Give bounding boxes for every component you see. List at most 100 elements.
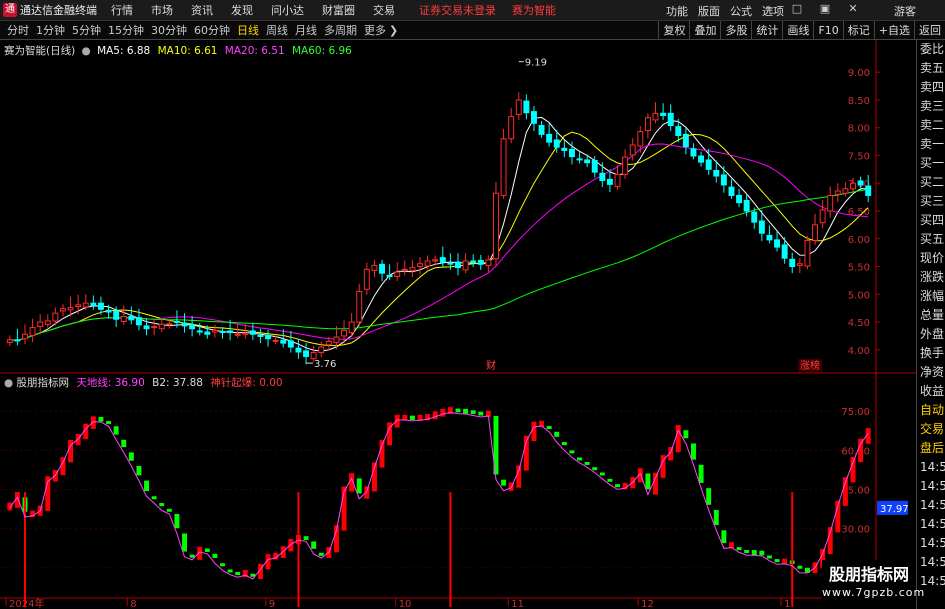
candle bbox=[90, 295, 97, 310]
candle bbox=[29, 318, 36, 343]
candle bbox=[819, 199, 826, 229]
tab-0[interactable]: 分时 bbox=[7, 22, 29, 38]
sidebar-item-11[interactable]: 现价 bbox=[917, 249, 945, 268]
watermark-title: 股朋指标网 bbox=[828, 565, 909, 584]
menu-item-5[interactable]: 财富圈 bbox=[322, 2, 355, 18]
candle bbox=[356, 283, 363, 327]
candle bbox=[789, 252, 796, 274]
minimize-icon[interactable]: ─ bbox=[762, 2, 776, 16]
candle bbox=[455, 253, 461, 276]
toolbar-button-3[interactable]: 统计 bbox=[751, 21, 782, 40]
menu-item-1[interactable]: 市场 bbox=[151, 2, 173, 18]
sidebar-item-19[interactable]: 自动 bbox=[917, 401, 945, 420]
indicator-bar bbox=[455, 408, 461, 413]
indicator-bar bbox=[113, 426, 119, 435]
candle bbox=[211, 324, 218, 338]
indicator-bar bbox=[516, 465, 522, 488]
sidebar-item-2[interactable]: 卖四 bbox=[917, 78, 945, 97]
sidebar-item-13[interactable]: 涨幅 bbox=[917, 287, 945, 306]
tab-2[interactable]: 5分钟 bbox=[72, 22, 101, 38]
tab-3[interactable]: 15分钟 bbox=[108, 22, 144, 38]
sidebar-item-16[interactable]: 换手 bbox=[917, 344, 945, 363]
toolbar-button-2[interactable]: 多股 bbox=[720, 21, 751, 40]
tab-5[interactable]: 60分钟 bbox=[194, 22, 230, 38]
menu-item-4[interactable]: 问小达 bbox=[271, 2, 304, 18]
right-menu-item-2[interactable]: 公式 bbox=[730, 3, 752, 19]
sidebar-item-20[interactable]: 交易 bbox=[917, 420, 945, 439]
tab-4[interactable]: 30分钟 bbox=[151, 22, 187, 38]
indicator-bar bbox=[599, 472, 605, 476]
candle bbox=[667, 104, 674, 132]
price-axis-label: 8.50 bbox=[848, 96, 870, 107]
sidebar-item-27[interactable]: 14:56 bbox=[917, 553, 945, 572]
indicator-bar bbox=[615, 484, 620, 488]
menu-item-2[interactable]: 资讯 bbox=[191, 2, 213, 18]
kline-chart[interactable]: 9.008.508.007.507.006.506.005.505.004.50… bbox=[0, 40, 916, 609]
right-menu-item-0[interactable]: 功能 bbox=[666, 3, 688, 19]
sidebar-item-4[interactable]: 卖二 bbox=[917, 116, 945, 135]
candle bbox=[14, 328, 21, 346]
candle bbox=[812, 213, 818, 245]
toolbar-button-4[interactable]: 画线 bbox=[782, 21, 813, 40]
tab-1[interactable]: 1分钟 bbox=[36, 22, 65, 38]
close-icon[interactable]: ✕ bbox=[846, 2, 860, 16]
toolbar-button-1[interactable]: 叠加 bbox=[689, 21, 720, 40]
menu-item-0[interactable]: 行情 bbox=[111, 2, 133, 18]
toolbar-button-6[interactable]: 标记 bbox=[842, 21, 874, 40]
user-label[interactable]: 游客 bbox=[894, 3, 916, 19]
sidebar-item-6[interactable]: 买一 bbox=[917, 154, 945, 173]
tab-9[interactable]: 多周期 bbox=[324, 22, 357, 38]
toolbar-button-5[interactable]: F10 bbox=[813, 21, 842, 40]
sidebar-item-25[interactable]: 14:56 bbox=[917, 515, 945, 534]
indicator-bar bbox=[706, 488, 712, 505]
candle bbox=[181, 313, 188, 333]
indicator-bar bbox=[584, 461, 590, 465]
sidebar-item-10[interactable]: 买五 bbox=[917, 230, 945, 249]
maximize-icon[interactable]: ▣ bbox=[818, 2, 832, 16]
restore-icon[interactable]: □ bbox=[790, 2, 804, 16]
sidebar-item-15[interactable]: 外盘 bbox=[917, 325, 945, 344]
toolbar-button-7[interactable]: +自选 bbox=[873, 21, 914, 40]
tab-6[interactable]: 日线 bbox=[237, 22, 259, 38]
sidebar-item-7[interactable]: 买二 bbox=[917, 173, 945, 192]
sidebar-item-23[interactable]: 14:56 bbox=[917, 477, 945, 496]
indicator-bar bbox=[356, 478, 362, 494]
sidebar-item-17[interactable]: 净资 bbox=[917, 363, 945, 382]
candle bbox=[128, 306, 135, 325]
menu-item-6[interactable]: 交易 bbox=[373, 2, 395, 18]
sidebar-item-22[interactable]: 14:56 bbox=[917, 458, 945, 477]
candle bbox=[44, 314, 51, 328]
sidebar-item-9[interactable]: 买四 bbox=[917, 211, 945, 230]
toolbar-button-0[interactable]: 复权 bbox=[658, 21, 689, 40]
sidebar-item-24[interactable]: 14:56 bbox=[917, 496, 945, 515]
date-label: 8 bbox=[130, 599, 136, 609]
login-warning[interactable]: 证券交易未登录 bbox=[419, 2, 496, 18]
right-menu-item-1[interactable]: 版面 bbox=[698, 3, 720, 19]
indicator-bar bbox=[7, 502, 13, 511]
candle bbox=[401, 260, 408, 276]
sidebar-item-21[interactable]: 盘后 bbox=[917, 439, 945, 458]
sidebar-item-1[interactable]: 卖五 bbox=[917, 59, 945, 78]
candle bbox=[348, 313, 355, 336]
menu-item-3[interactable]: 发现 bbox=[231, 2, 253, 18]
date-label: 2024年 bbox=[9, 597, 44, 609]
limit-up-marker[interactable]: 涨榜 bbox=[800, 359, 820, 372]
sidebar-item-3[interactable]: 卖三 bbox=[917, 97, 945, 116]
tab-10[interactable]: 更多 bbox=[364, 22, 386, 38]
toolbar-button-8[interactable]: 返回 bbox=[914, 21, 945, 40]
tab-8[interactable]: 月线 bbox=[295, 22, 317, 38]
sidebar-item-14[interactable]: 总量 bbox=[917, 306, 945, 325]
period-tab-bar: 分时 1分钟 5分钟 15分钟 30分钟 60分钟 日线 周线 月线 多周期 更多 ❯ 复权 叠加 多股… bbox=[0, 21, 945, 40]
sidebar-item-18[interactable]: 收益 bbox=[917, 382, 945, 401]
sidebar-item-0[interactable]: 委比 bbox=[917, 40, 945, 59]
finance-marker[interactable]: 财 bbox=[486, 359, 496, 372]
sidebar-item-5[interactable]: 卖一 bbox=[917, 135, 945, 154]
sidebar-item-8[interactable]: 买三 bbox=[917, 192, 945, 211]
indicator-bar bbox=[592, 467, 598, 471]
date-label: 11 bbox=[511, 599, 524, 609]
candle bbox=[530, 106, 537, 132]
sidebar-item-12[interactable]: 涨跌 bbox=[917, 268, 945, 287]
tab-7[interactable]: 周线 bbox=[266, 22, 288, 38]
sidebar-item-26[interactable]: 14:56 bbox=[917, 534, 945, 553]
chevron-right-icon[interactable]: ❯ bbox=[389, 24, 398, 37]
